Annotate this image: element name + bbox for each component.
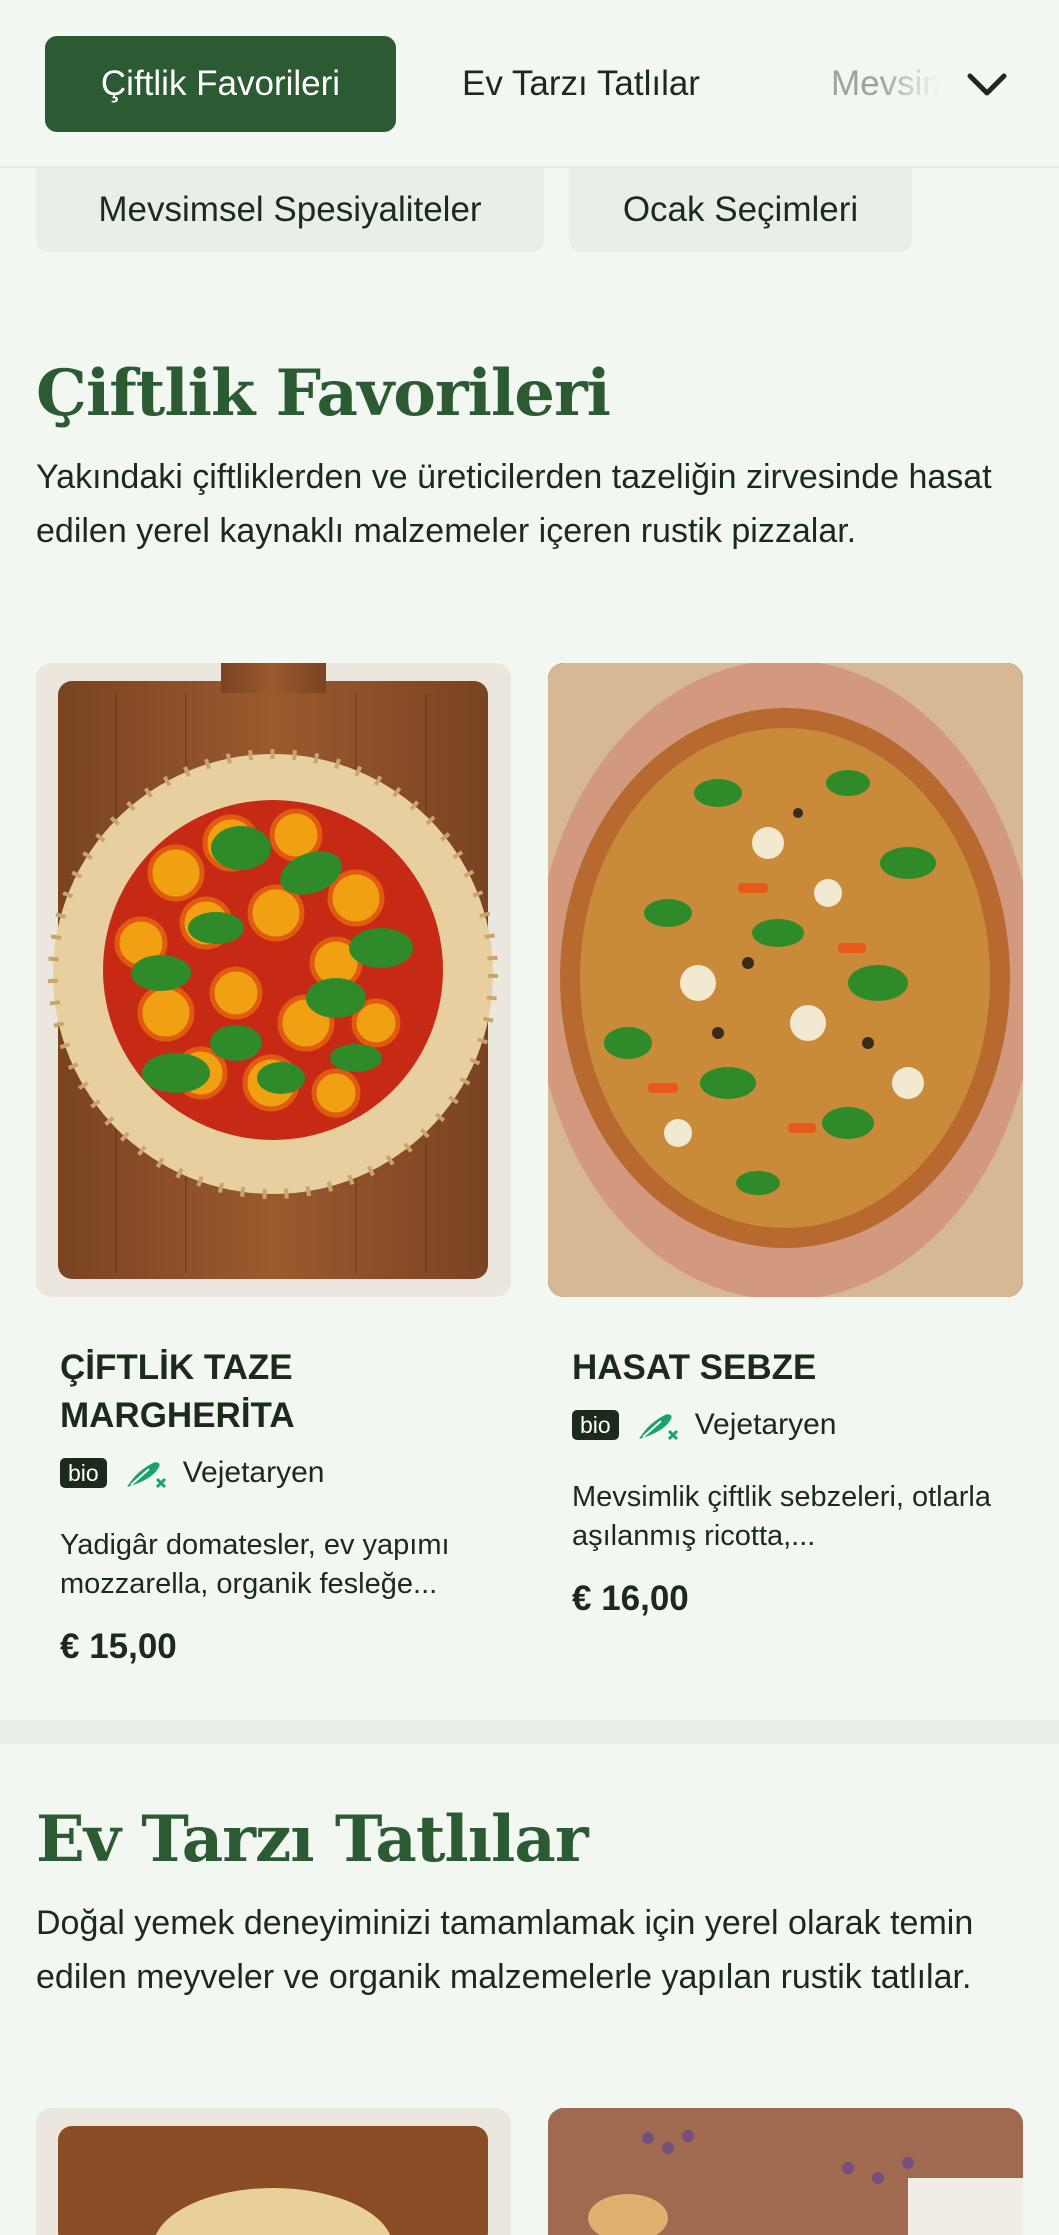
tab-ev-tarzi-tatlilar[interactable]: Ev Tarzı Tatlılar [462, 36, 700, 132]
vegetarian-icon [126, 1462, 166, 1489]
item-title[interactable]: HASAT SEBZE [572, 1344, 992, 1392]
bio-badge: bio [60, 1458, 107, 1488]
dessert-image-1[interactable] [36, 2108, 511, 2235]
item-title[interactable]: ÇİFTLİK TAZE MARGHERİTA [60, 1344, 480, 1440]
item-price: € 15,00 [60, 1627, 177, 1666]
item-description: Yadigâr domatesler, ev yapımı mozzarella… [60, 1529, 450, 1600]
vegetarian-icon [638, 1414, 678, 1441]
category-nav: Çiftlik Favorileri Ev Tarzı Tatlılar Mev… [0, 0, 1059, 168]
pizza-image-harvest-vegetable[interactable] [548, 663, 1023, 1297]
tab-mevsimsel-spesiyaliteler[interactable]: Mevsimsel Spesiyaliteler [36, 168, 544, 252]
section-title: Ev Tarzı Tatlılar [36, 1802, 589, 1877]
dessert-image-2[interactable] [548, 2108, 1023, 2235]
nav-fade [880, 36, 950, 132]
diet-label: Vejetaryen [182, 1456, 325, 1489]
item-price: € 16,00 [572, 1579, 689, 1618]
pizza-image-margherita[interactable] [36, 663, 511, 1297]
diet-label: Vejetaryen [694, 1408, 837, 1441]
bio-badge: bio [572, 1410, 619, 1440]
item-tags: bio Vejetaryen [60, 1455, 324, 1491]
item-description: Mevsimlik çiftlik sebzeleri, otlarla aşı… [572, 1481, 991, 1552]
section-divider [0, 1720, 1059, 1744]
section-title: Çiftlik Favorileri [36, 356, 611, 431]
section-description: Doğal yemek deneyiminizi tamamlamak için… [36, 1904, 974, 1996]
section-description: Yakındaki çiftliklerden ve üreticilerden… [36, 458, 992, 550]
item-tags: bio Vejetaryen [572, 1407, 836, 1443]
tab-ocak-secimleri[interactable]: Ocak Seçimleri [569, 168, 912, 252]
chevron-down-icon[interactable] [962, 60, 1012, 110]
tab-ciftlik-favorileri[interactable]: Çiftlik Favorileri [45, 36, 396, 132]
